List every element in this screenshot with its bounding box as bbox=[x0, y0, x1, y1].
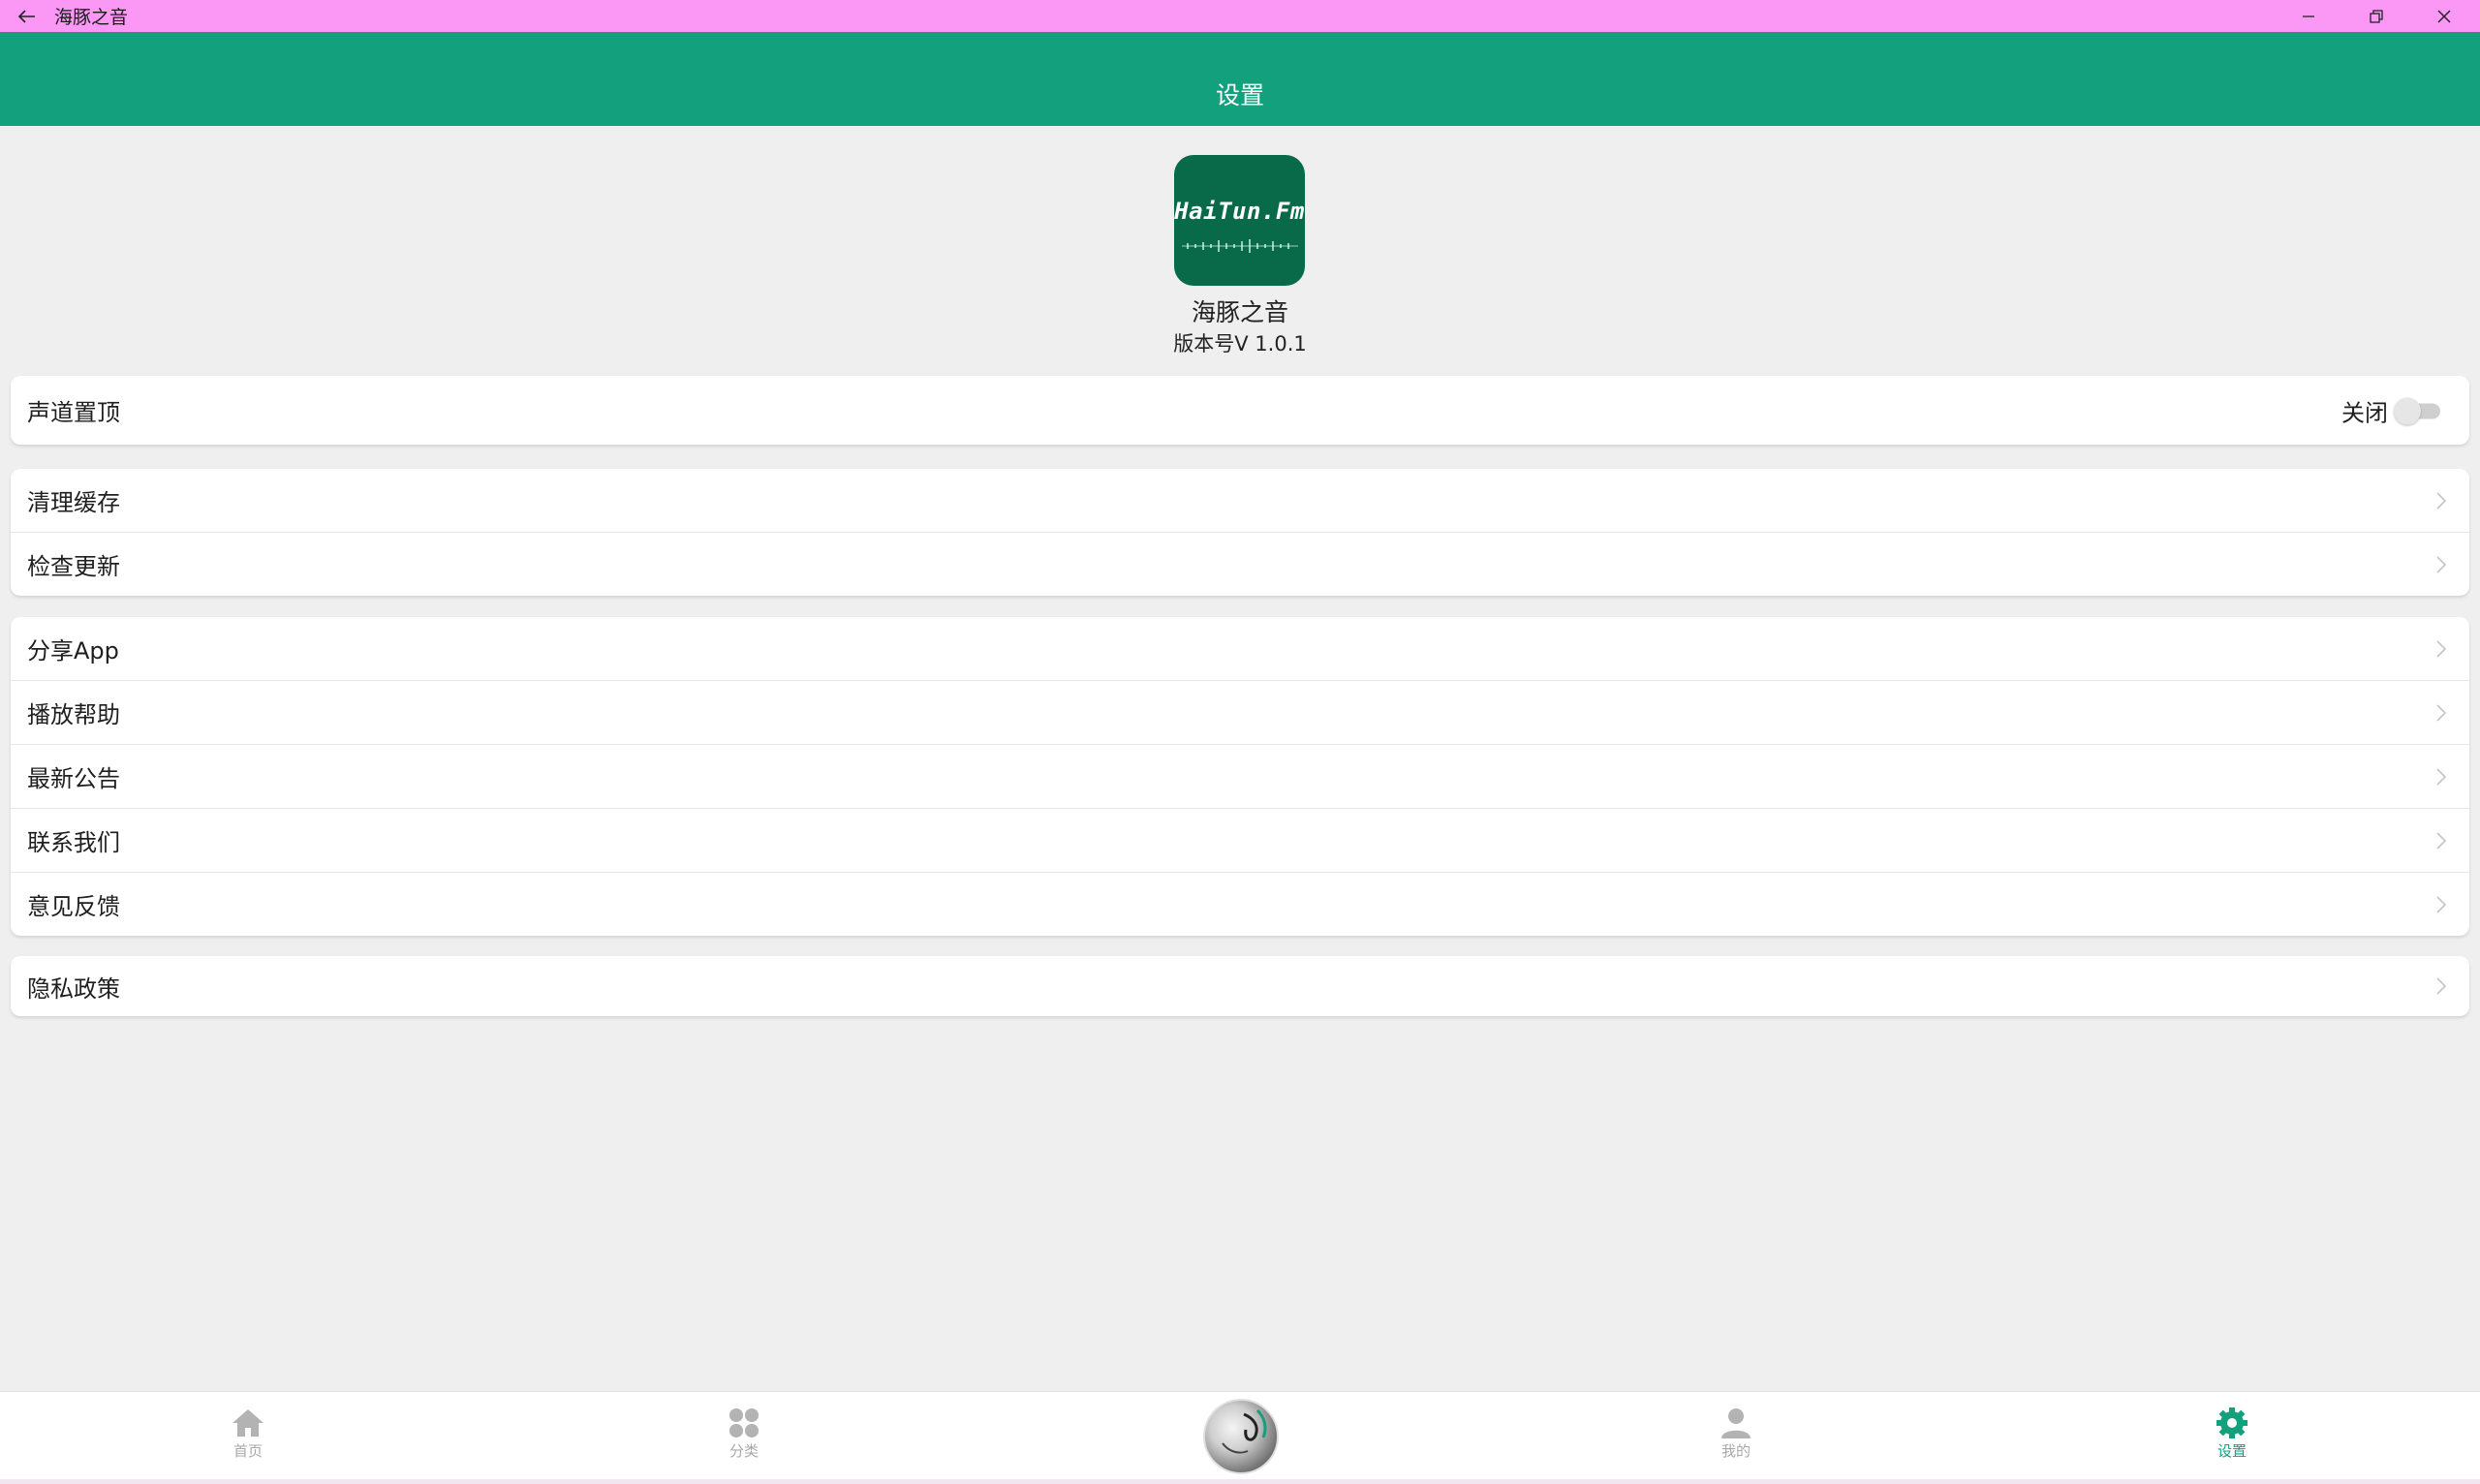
page-title: 设置 bbox=[1215, 81, 1264, 109]
restore-icon bbox=[2370, 9, 2383, 23]
channel-top-toggle[interactable] bbox=[2394, 397, 2442, 425]
app-header: 设置 bbox=[0, 32, 2480, 126]
restore-button[interactable] bbox=[2342, 0, 2410, 32]
setting-label: 分享App bbox=[27, 637, 119, 665]
chevron-right-icon bbox=[2436, 895, 2446, 913]
setting-row-privacy[interactable]: 隐私政策 bbox=[11, 956, 2469, 1016]
chevron-right-icon bbox=[2436, 831, 2446, 850]
setting-label: 声道置顶 bbox=[27, 399, 120, 426]
back-button[interactable] bbox=[0, 0, 54, 32]
setting-label: 播放帮助 bbox=[27, 701, 120, 728]
nav-label: 我的 bbox=[1720, 1442, 1751, 1460]
setting-label: 检查更新 bbox=[27, 553, 120, 580]
nav-category[interactable]: 分类 bbox=[686, 1407, 802, 1461]
logo-text: HaiTun.Fm bbox=[1174, 198, 1305, 225]
chevron-right-icon bbox=[2436, 491, 2446, 510]
close-icon bbox=[2437, 9, 2451, 23]
setting-row-channel-top: 声道置顶 关闭 bbox=[11, 376, 2469, 445]
nav-label: 首页 bbox=[232, 1442, 263, 1460]
setting-label: 联系我们 bbox=[27, 829, 120, 856]
toggle-state-label: 关闭 bbox=[2341, 399, 2388, 426]
setting-row-contact-us[interactable]: 联系我们 bbox=[11, 809, 2469, 873]
chevron-right-icon bbox=[2436, 639, 2446, 658]
nav-label: 分类 bbox=[728, 1442, 759, 1460]
waveform-icon bbox=[1182, 239, 1298, 253]
close-button[interactable] bbox=[2410, 0, 2478, 32]
setting-row-latest-notice[interactable]: 最新公告 bbox=[11, 745, 2469, 809]
minimize-icon bbox=[2303, 15, 2314, 17]
chevron-right-icon bbox=[2436, 703, 2446, 722]
nav-home[interactable]: 首页 bbox=[190, 1407, 306, 1461]
chevron-right-icon bbox=[2436, 977, 2446, 995]
setting-label: 清理缓存 bbox=[27, 489, 120, 516]
chevron-right-icon bbox=[2436, 767, 2446, 786]
setting-row-feedback[interactable]: 意见反馈 bbox=[11, 873, 2469, 936]
chevron-right-icon bbox=[2436, 555, 2446, 573]
nav-settings[interactable]: 设置 bbox=[2174, 1407, 2290, 1461]
settings-card-info: 分享App 播放帮助 最新公告 联系我们 意见反馈 bbox=[11, 617, 2469, 936]
bottom-edge bbox=[0, 1479, 2480, 1484]
settings-card-privacy: 隐私政策 bbox=[11, 956, 2469, 1016]
setting-row-clear-cache[interactable]: 清理缓存 bbox=[11, 469, 2469, 533]
app-logo: HaiTun.Fm bbox=[1174, 155, 1305, 286]
user-icon bbox=[1721, 1408, 1751, 1438]
channel-top-toggle-group: 关闭 bbox=[2341, 393, 2442, 427]
settings-card-storage: 清理缓存 检查更新 bbox=[11, 469, 2469, 596]
setting-row-share-app[interactable]: 分享App bbox=[11, 617, 2469, 681]
setting-row-check-update[interactable]: 检查更新 bbox=[11, 533, 2469, 596]
toggle-knob bbox=[2394, 397, 2421, 425]
minimize-button[interactable] bbox=[2275, 0, 2342, 32]
home-icon bbox=[232, 1409, 264, 1437]
now-playing-disc[interactable] bbox=[1203, 1399, 1279, 1474]
gear-icon bbox=[2216, 1407, 2248, 1438]
app-name: 海豚之音 bbox=[1191, 298, 1288, 326]
settings-card-channel: 声道置顶 关闭 bbox=[11, 376, 2469, 445]
window-titlebar: 海豚之音 bbox=[0, 0, 2480, 32]
nav-mine[interactable]: 我的 bbox=[1678, 1407, 1794, 1461]
nav-label: 设置 bbox=[2216, 1442, 2247, 1460]
window-title: 海豚之音 bbox=[54, 7, 129, 28]
setting-row-play-help[interactable]: 播放帮助 bbox=[11, 681, 2469, 745]
setting-label: 最新公告 bbox=[27, 765, 120, 792]
back-arrow-icon bbox=[18, 9, 35, 23]
album-art-icon bbox=[1222, 1408, 1267, 1454]
app-version: 版本号V 1.0.1 bbox=[1173, 332, 1307, 356]
category-icon bbox=[729, 1408, 759, 1438]
setting-label: 意见反馈 bbox=[27, 893, 120, 920]
setting-label: 隐私政策 bbox=[27, 974, 120, 1003]
